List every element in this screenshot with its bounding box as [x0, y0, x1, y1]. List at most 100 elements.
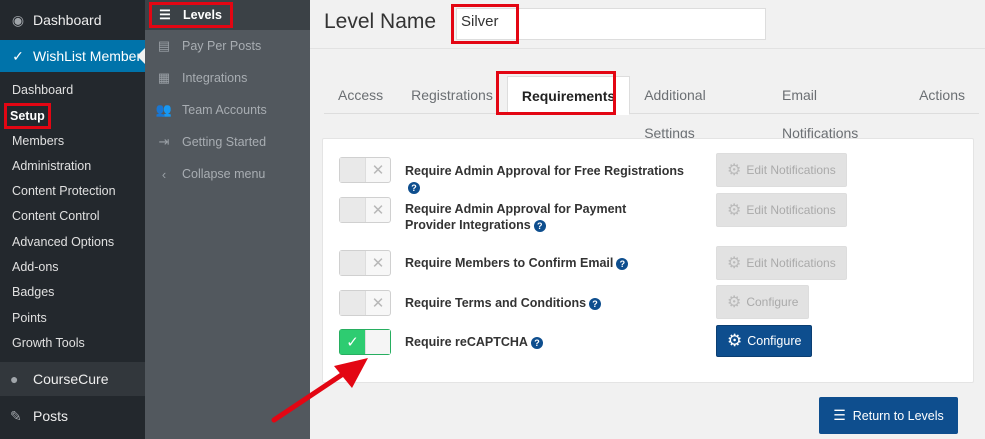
help-icon[interactable]: ?	[616, 257, 629, 270]
tab-requirements[interactable]: Requirements	[506, 76, 631, 115]
gear-icon: ⚙	[727, 331, 743, 350]
configure-terms-button[interactable]: ⚙ Configure	[716, 285, 810, 319]
submenu-item-dashboard[interactable]: Dashboard	[0, 78, 145, 103]
edit-notifications-button-label: Edit Notifications	[746, 163, 836, 177]
checkmark-icon: ✓	[12, 47, 24, 64]
submenu-item-content-protection[interactable]: Content Protection	[0, 179, 145, 204]
configure-recaptcha-button[interactable]: ⚙ Configure	[716, 325, 813, 357]
submenu-item-setup[interactable]: Setup	[0, 103, 145, 130]
requirement-row: ✕	[339, 250, 391, 276]
setup-item-pay-per-posts-label: Pay Per Posts	[182, 39, 262, 53]
admin-menu-wishlist-member[interactable]: ✓ WishList Member	[0, 40, 145, 72]
requirement-label: Require reCAPTCHA?	[405, 334, 695, 350]
toggle-knob	[340, 198, 366, 222]
level-name-field[interactable]	[451, 4, 766, 44]
pin-icon: ✎	[10, 407, 22, 424]
chevron-left-icon: ‹	[161, 166, 167, 182]
main-content: Level Name Access Registrations Requirem…	[310, 0, 985, 439]
edit-notifications-button[interactable]: ⚙ Edit Notifications	[716, 153, 847, 187]
requirement-label: Require Members to Confirm Email?	[405, 255, 695, 271]
setup-item-levels[interactable]: ☰ Levels	[145, 0, 310, 30]
list-icon: ☰	[833, 407, 846, 423]
admin-menu-wishlist-member-label: WishList Member	[33, 48, 142, 64]
submenu-item-points[interactable]: Points	[0, 306, 145, 331]
submenu-item-add-ons[interactable]: Add-ons	[0, 255, 145, 280]
requirement-label-text: Require Admin Approval for Payment Provi…	[405, 202, 627, 232]
tab-access[interactable]: Access	[324, 76, 397, 114]
requirement-label: Require Terms and Conditions?	[405, 295, 695, 311]
wishlist-submenu: Dashboard Setup Members Administration C…	[0, 72, 145, 360]
document-icon: ▤	[157, 38, 171, 53]
admin-menu-dashboard-label: Dashboard	[33, 12, 102, 28]
login-icon: ⇥	[158, 134, 170, 149]
admin-menu-posts[interactable]: ✎ Posts	[0, 396, 145, 436]
levels-highlight: ☰ Levels	[149, 2, 233, 28]
level-name-title: Level Name	[324, 10, 437, 33]
help-icon[interactable]: ?	[408, 181, 420, 194]
gear-icon: ⚙	[727, 202, 742, 219]
submenu-item-badges[interactable]: Badges	[0, 280, 145, 305]
toggle-knob	[340, 251, 366, 275]
tab-actions[interactable]: Actions	[905, 76, 979, 114]
configure-terms-button-label: Configure	[746, 295, 799, 309]
gear-icon: ⚙	[727, 255, 742, 272]
admin-menu-coursecure-label: CourseCure	[33, 371, 109, 388]
requirement-label-text: Require Members to Confirm Email	[405, 256, 614, 270]
toggle-knob	[340, 291, 366, 315]
submenu-item-administration[interactable]: Administration	[0, 154, 145, 179]
setup-item-pay-per-posts[interactable]: ▤ Pay Per Posts	[145, 30, 310, 62]
setup-item-integrations-label: Integrations	[182, 71, 248, 85]
submenu-item-members[interactable]: Members	[0, 129, 145, 154]
tab-registrations[interactable]: Registrations	[397, 76, 507, 114]
active-caret-icon	[137, 48, 145, 64]
x-icon: ✕	[371, 295, 385, 312]
return-to-levels-button[interactable]: ☰ Return to Levels	[819, 397, 958, 434]
return-to-levels-button-label: Return to Levels	[852, 408, 944, 423]
edit-notifications-button[interactable]: ⚙ Edit Notifications	[716, 193, 847, 227]
coursecure-icon: ●	[10, 371, 19, 388]
help-icon[interactable]: ?	[589, 297, 602, 310]
edit-notifications-button-label: Edit Notifications	[746, 203, 836, 217]
level-name-highlight	[451, 4, 519, 44]
admin-menu-posts-label: Posts	[33, 408, 69, 425]
requirement-row: ✕	[339, 290, 391, 316]
requirement-label-text: Require Terms and Conditions	[405, 296, 587, 310]
submenu-item-growth-tools[interactable]: Growth Tools	[0, 331, 145, 356]
admin-menu-coursecure[interactable]: ● CourseCure	[0, 362, 145, 397]
x-icon: ✕	[371, 162, 385, 179]
list-icon: ☰	[159, 7, 171, 22]
requirement-row: ✕	[339, 157, 391, 183]
calendar-icon: ▦	[157, 70, 171, 85]
tab-email-notifications[interactable]: Email Notifications	[768, 76, 905, 141]
requirements-panel: ✕ Require Admin Approval for Free Regist…	[322, 138, 974, 383]
edit-notifications-button-label: Edit Notifications	[746, 256, 836, 270]
setup-item-collapse-menu-label: Collapse menu	[182, 167, 266, 181]
confirm-email-toggle[interactable]: ✕	[339, 250, 391, 276]
team-icon: 👥	[155, 102, 173, 117]
toggle-knob	[340, 158, 366, 182]
setup-item-team-accounts[interactable]: 👥 Team Accounts	[145, 94, 310, 126]
setup-item-getting-started[interactable]: ⇥ Getting Started	[145, 126, 310, 158]
help-icon[interactable]: ?	[533, 219, 546, 232]
help-icon[interactable]: ?	[530, 336, 543, 349]
header-divider	[310, 48, 985, 49]
setup-item-levels-label: Levels	[183, 8, 222, 22]
gear-icon: ⚙	[727, 294, 742, 311]
terms-conditions-toggle[interactable]: ✕	[339, 290, 391, 316]
requirement-label-text: Require Admin Approval for Free Registra…	[405, 164, 684, 178]
submenu-item-advanced-options[interactable]: Advanced Options	[0, 230, 145, 255]
tab-additional-settings[interactable]: Additional Settings	[630, 76, 768, 141]
submenu-item-content-control[interactable]: Content Control	[0, 204, 145, 229]
requirement-label-text: Require reCAPTCHA	[405, 335, 528, 349]
setup-item-getting-started-label: Getting Started	[182, 135, 267, 149]
admin-approval-free-toggle[interactable]: ✕	[339, 157, 391, 183]
annotation-arrow-icon	[271, 358, 368, 423]
admin-approval-payment-toggle[interactable]: ✕	[339, 197, 391, 223]
requirement-label: Require Admin Approval for Free Registra…	[405, 163, 695, 195]
admin-menu-dashboard[interactable]: ◉ Dashboard	[0, 0, 145, 40]
setup-item-collapse-menu[interactable]: ‹ Collapse menu	[145, 158, 310, 190]
edit-notifications-button[interactable]: ⚙ Edit Notifications	[716, 246, 847, 280]
submenu-item-setup-label: Setup	[4, 103, 51, 130]
requirement-label: Require Admin Approval for Payment Provi…	[405, 201, 675, 233]
setup-item-integrations[interactable]: ▦ Integrations	[145, 62, 310, 94]
